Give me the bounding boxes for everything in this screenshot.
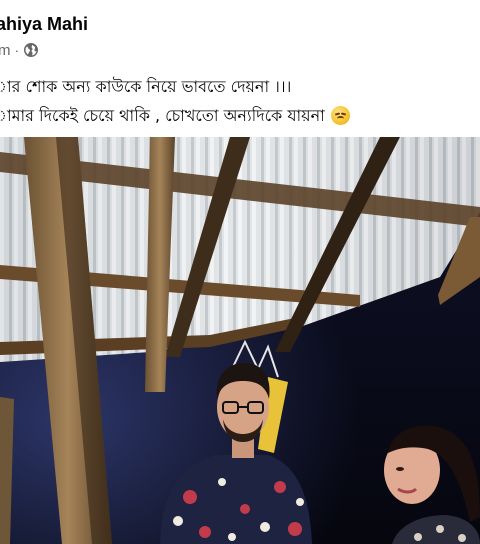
disappointed-face-emoji bbox=[330, 106, 350, 125]
post-photo[interactable] bbox=[0, 137, 480, 544]
author-name[interactable]: ahiya Mahi bbox=[0, 14, 88, 35]
meta-separator: · bbox=[14, 42, 20, 58]
post-header: ahiya Mahi m · bbox=[0, 0, 480, 64]
post-text: ার শোক অন্য কাউকে নিয়ে ভাবতে দেয়না ।।।… bbox=[0, 72, 480, 130]
post-text-line-2: ামার দিকেই চেয়ে থাকি , চোখতো অন্যদিকে য… bbox=[0, 101, 480, 130]
post-text-line-2-content: ামার দিকেই চেয়ে থাকি , চোখতো অন্যদিকে য… bbox=[0, 106, 325, 125]
post-text-line-1: ার শোক অন্য কাউকে নিয়ে ভাবতে দেয়না ।।। bbox=[0, 72, 480, 101]
globe-icon[interactable] bbox=[23, 42, 39, 58]
post-text-line-1-content: ার শোক অন্য কাউকে নিয়ে ভাবতে দেয়না ।।। bbox=[0, 77, 292, 96]
post-timestamp[interactable]: m bbox=[0, 42, 11, 59]
post-meta: m · bbox=[0, 40, 39, 60]
